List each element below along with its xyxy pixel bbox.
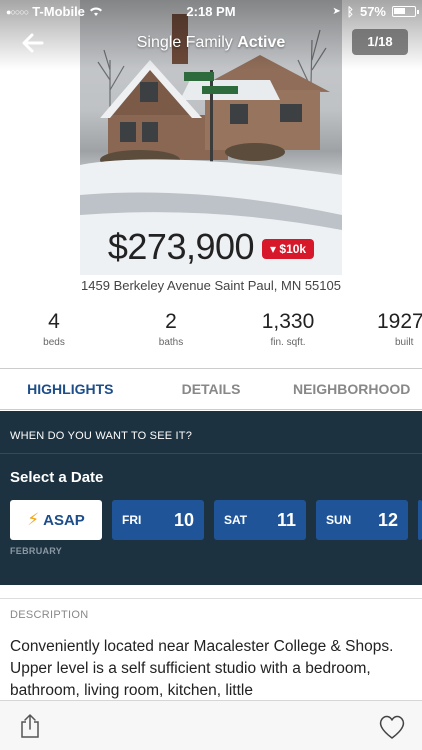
listing-tabs: HIGHLIGHTS DETAILS NEIGHBORHOOD (0, 368, 422, 410)
stat-built: 1927 built (355, 310, 422, 348)
heart-icon (379, 715, 405, 739)
favorite-button[interactable] (378, 714, 406, 740)
schedule-title: Select a Date (10, 469, 104, 486)
photo-counter-badge[interactable]: 1/18 (352, 29, 408, 55)
description-label: DESCRIPTION (10, 609, 89, 621)
schedule-tour-panel: WHEN DO YOU WANT TO SEE IT? Select a Dat… (0, 411, 422, 585)
location-arrow-icon: ➤ (332, 6, 341, 17)
day-name: SUN (326, 513, 352, 527)
listing-price: $273,900 (107, 226, 255, 267)
stat-sqft: 1,330 fin. sqft. (238, 310, 338, 348)
description-divider (0, 598, 422, 599)
stat-value: 1927 (377, 310, 422, 333)
bluetooth-icon: ᛒ (346, 4, 354, 19)
date-button-fri[interactable]: FRI 10 (112, 500, 204, 540)
asap-button[interactable]: ⚡ ASAP (10, 500, 102, 540)
day-name: SAT (224, 513, 248, 527)
listing-stats: 4 beds 2 baths 1,330 fin. sqft. 1927 bui… (0, 310, 422, 366)
asap-label: ASAP (43, 511, 85, 529)
listing-address: 1459 Berkeley Avenue Saint Paul, MN 5510… (81, 278, 341, 293)
price-drop-badge: ▾ $10k (262, 239, 315, 259)
stat-baths: 2 baths (121, 310, 221, 348)
description-text: Conveniently located near Macalester Col… (10, 638, 394, 699)
date-button-sat[interactable]: SAT 11 (214, 500, 306, 540)
schedule-month: FEBRUARY (10, 546, 63, 556)
day-name: FRI (122, 513, 142, 527)
date-button-next-partial[interactable] (418, 500, 422, 540)
tab-neighborhood[interactable]: NEIGHBORHOOD (281, 369, 422, 409)
battery-level (394, 8, 405, 14)
status-right-group: ➤ ᛒ 57% (332, 4, 419, 19)
schedule-divider (0, 453, 422, 454)
status-bar: ●○○○○ T-Mobile 2:18 PM ➤ ᛒ 57% (0, 0, 422, 22)
property-type: Single Family (136, 34, 233, 51)
tab-highlights[interactable]: HIGHLIGHTS (0, 369, 141, 409)
price-row: $273,900 ▾ $10k (0, 226, 422, 268)
battery-percent: 57% (359, 4, 386, 19)
battery-icon (392, 6, 419, 17)
lightning-icon: ⚡ (27, 510, 40, 529)
share-icon (21, 714, 39, 738)
stat-label: fin. sqft. (270, 337, 306, 348)
stat-value: 4 (48, 310, 60, 333)
tab-details[interactable]: DETAILS (141, 369, 282, 409)
stat-label: baths (158, 337, 184, 348)
bottom-toolbar (0, 700, 422, 750)
listing-hero: ●○○○○ T-Mobile 2:18 PM ➤ ᛒ 57% Single Fa… (0, 0, 422, 300)
share-button[interactable] (18, 713, 42, 739)
listing-status: Active (237, 34, 286, 51)
stat-value: 1,330 (261, 310, 315, 333)
stat-value: 2 (165, 310, 177, 333)
stat-label: built (395, 337, 414, 348)
day-date: 11 (276, 509, 296, 530)
day-date: 10 (173, 509, 194, 530)
date-button-sun[interactable]: SUN 12 (316, 500, 408, 540)
stat-beds: 4 beds (4, 310, 104, 348)
stat-label: beds (43, 337, 65, 348)
schedule-question: WHEN DO YOU WANT TO SEE IT? (10, 430, 193, 442)
day-date: 12 (377, 509, 398, 530)
